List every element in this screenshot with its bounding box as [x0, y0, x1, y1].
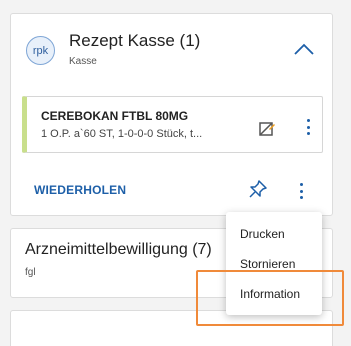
avatar: rpk	[26, 36, 55, 65]
menu-item-cancel[interactable]: Stornieren	[226, 249, 322, 279]
card-subtitle: fgl	[25, 267, 36, 278]
card-title: Arzneimittelbewilligung (7)	[25, 241, 212, 258]
context-menu: Drucken Stornieren Information	[226, 212, 322, 315]
repeat-button[interactable]: WIEDERHOLEN	[34, 183, 126, 197]
card-title: Rezept Kasse (1)	[69, 31, 201, 50]
medication-item[interactable]: CEREBOKAN FTBL 80MG 1 O.P. a`60 ST, 1-0-…	[22, 96, 323, 153]
prescription-card: rpk Rezept Kasse (1) Kasse CEREBOKAN FTB…	[10, 13, 333, 216]
card-subtitle: Kasse	[69, 56, 97, 67]
more-vertical-icon[interactable]	[298, 183, 304, 199]
chevron-up-icon[interactable]	[292, 40, 316, 58]
edit-disabled-icon[interactable]	[258, 120, 276, 138]
pin-icon[interactable]	[248, 179, 268, 199]
next-card[interactable]	[10, 310, 333, 346]
medication-name: CEREBOKAN FTBL 80MG	[41, 109, 189, 123]
menu-item-information[interactable]: Information	[226, 279, 322, 309]
medication-description: 1 O.P. a`60 ST, 1-0-0-0 Stück, t...	[41, 128, 203, 140]
more-vertical-icon[interactable]	[305, 119, 311, 135]
menu-item-print[interactable]: Drucken	[226, 219, 322, 249]
